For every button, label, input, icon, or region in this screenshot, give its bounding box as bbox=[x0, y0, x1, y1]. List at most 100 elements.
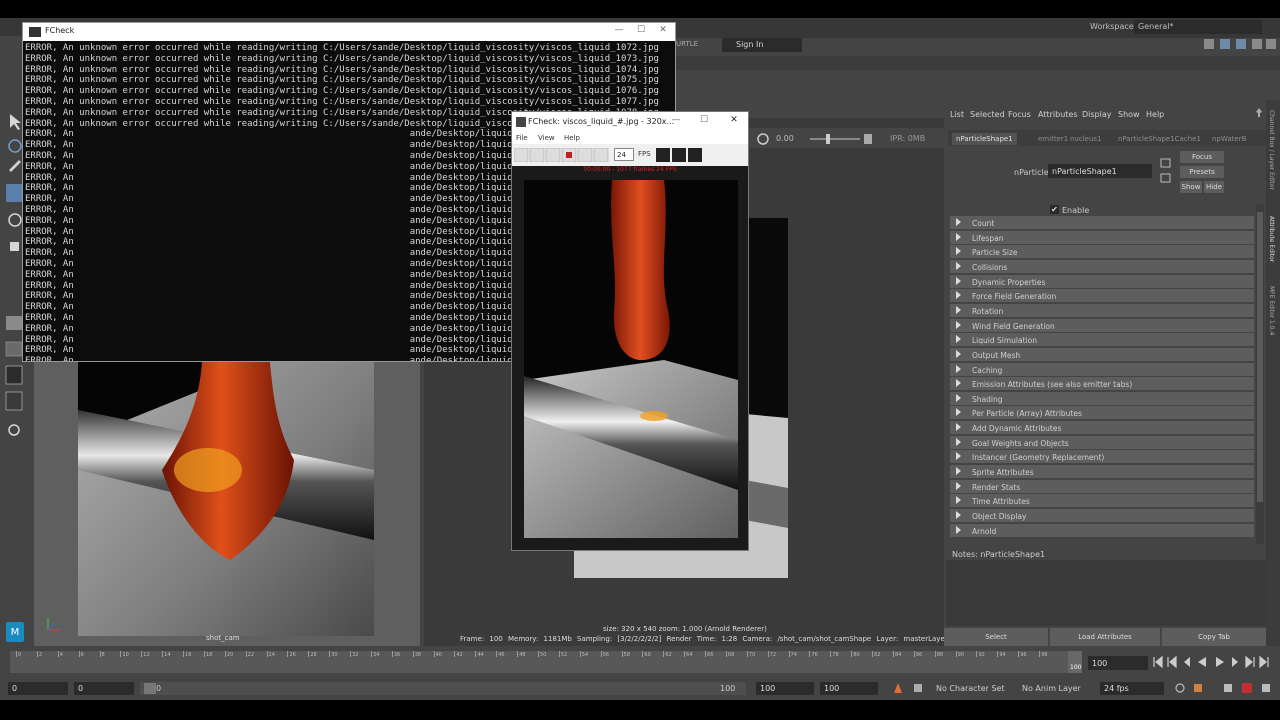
render-view-controls[interactable] bbox=[756, 131, 876, 147]
select-button[interactable]: Select bbox=[944, 628, 1048, 646]
fcheck-menu-file[interactable]: File bbox=[516, 134, 528, 142]
character-set-label[interactable]: No Character Set bbox=[936, 684, 1005, 693]
focus-button[interactable]: Focus bbox=[1180, 151, 1224, 163]
expand-arrow-icon[interactable] bbox=[956, 291, 961, 300]
expand-arrow-icon[interactable] bbox=[956, 218, 961, 226]
ae-section-row[interactable]: Particle Size bbox=[950, 245, 1254, 260]
expand-arrow-icon[interactable] bbox=[956, 496, 961, 505]
playback-controls[interactable] bbox=[1152, 655, 1274, 669]
ae-menu-attributes[interactable]: Attributes bbox=[1038, 110, 1078, 119]
load-attributes-button[interactable]: Load Attributes bbox=[1050, 628, 1160, 646]
ae-section-row[interactable]: Add Dynamic Attributes bbox=[950, 421, 1254, 436]
ae-section-row[interactable]: Force Field Generation bbox=[950, 289, 1254, 304]
minimize-button[interactable]: — bbox=[609, 25, 629, 39]
ae-section-row[interactable]: Count bbox=[950, 216, 1254, 230]
start-time-field[interactable]: 0 bbox=[8, 682, 68, 695]
ae-menu-selected[interactable]: Selected bbox=[970, 110, 1005, 119]
show-button[interactable]: Show bbox=[1180, 181, 1202, 193]
key-icons[interactable] bbox=[892, 681, 932, 695]
ae-section-row[interactable]: Arnold bbox=[950, 523, 1254, 538]
expand-arrow-icon[interactable] bbox=[956, 408, 961, 417]
expand-arrow-icon[interactable] bbox=[956, 423, 961, 432]
ae-section-row[interactable]: Per Particle (Array) Attributes bbox=[950, 406, 1254, 421]
expand-arrow-icon[interactable] bbox=[956, 335, 961, 344]
workspace-select[interactable]: General* bbox=[1134, 20, 1262, 34]
ae-tab-nucleus1[interactable]: nucleus1 bbox=[1070, 135, 1102, 143]
expand-arrow-icon[interactable] bbox=[956, 276, 961, 285]
expand-arrow-icon[interactable] bbox=[956, 437, 961, 446]
expand-arrow-icon[interactable] bbox=[956, 364, 961, 373]
current-time-field[interactable]: 100 bbox=[1088, 656, 1148, 670]
range-slider[interactable] bbox=[140, 682, 746, 695]
node-nav-icons[interactable] bbox=[1160, 158, 1172, 184]
ae-section-row[interactable]: Wind Field Generation bbox=[950, 318, 1254, 333]
ae-section-row[interactable]: Goal Weights and Objects bbox=[950, 435, 1254, 450]
fcheck-player-window[interactable]: FCheck: viscos_liquid_#.jpg - 320x... — … bbox=[511, 111, 749, 551]
ae-section-row[interactable]: Liquid Simulation bbox=[950, 333, 1254, 348]
anim-start-field[interactable]: 0 bbox=[74, 682, 134, 695]
fcheck-menu-view[interactable]: View bbox=[538, 134, 555, 142]
ae-menu-list[interactable]: List bbox=[950, 110, 964, 119]
fcheck-channel-buttons[interactable] bbox=[656, 148, 704, 162]
expand-arrow-icon[interactable] bbox=[956, 379, 961, 388]
ae-tab-npwaterb[interactable]: npWaterB bbox=[1212, 135, 1246, 143]
ae-tab-emitter1[interactable]: emitter1 bbox=[1038, 135, 1068, 143]
side-tab-mfe-editor[interactable]: MFE Editor 1.0.4 bbox=[1268, 286, 1275, 335]
ae-section-row[interactable]: Rotation bbox=[950, 303, 1254, 318]
ae-section-row[interactable]: Dynamic Properties bbox=[950, 274, 1254, 289]
side-tab-attribute-editor[interactable]: Attribute Editor bbox=[1268, 216, 1275, 262]
expand-arrow-icon[interactable] bbox=[956, 349, 961, 358]
end-time-field[interactable]: 100 bbox=[820, 682, 878, 695]
ae-menu-display[interactable]: Display bbox=[1082, 110, 1112, 119]
ae-scrollbar-thumb[interactable] bbox=[1257, 212, 1263, 502]
ae-section-row[interactable]: Emission Attributes (see also emitter ta… bbox=[950, 377, 1254, 392]
side-tab-channel-box[interactable]: Channel Box / Layer Editor bbox=[1268, 110, 1275, 190]
ae-tab-nparticleshape1[interactable]: nParticleShape1 bbox=[952, 133, 1017, 145]
fcheck-maximize-button[interactable]: ☐ bbox=[694, 115, 714, 129]
enable-checkbox[interactable]: ✔ bbox=[1050, 205, 1059, 214]
notes-textarea[interactable] bbox=[946, 560, 1266, 626]
ae-section-row[interactable]: Instancer (Geometry Replacement) bbox=[950, 450, 1254, 465]
shelf-tab-turtle[interactable]: URTLE bbox=[676, 40, 698, 48]
fps-select[interactable]: 24 fps bbox=[1100, 682, 1164, 695]
ae-section-row[interactable]: Output Mesh bbox=[950, 347, 1254, 362]
sign-in-button[interactable]: Sign In bbox=[722, 38, 802, 52]
expand-arrow-icon[interactable] bbox=[956, 393, 961, 402]
ae-section-row[interactable]: Caching bbox=[950, 362, 1254, 377]
presets-button[interactable]: Presets bbox=[1180, 166, 1224, 178]
ae-menu-help[interactable]: Help bbox=[1146, 110, 1164, 119]
ae-section-row[interactable]: Sprite Attributes bbox=[950, 465, 1254, 480]
ae-menu-focus[interactable]: Focus bbox=[1008, 110, 1031, 119]
range-slider-start-handle[interactable] bbox=[144, 683, 156, 694]
expand-arrow-icon[interactable] bbox=[956, 261, 961, 270]
expand-arrow-icon[interactable] bbox=[956, 511, 961, 519]
ae-tab-cache1[interactable]: nParticleShape1Cache1 bbox=[1118, 135, 1201, 143]
ae-menu-show[interactable]: Show bbox=[1118, 110, 1140, 119]
expand-arrow-icon[interactable] bbox=[956, 232, 961, 241]
expand-arrow-icon[interactable] bbox=[956, 467, 961, 476]
playback-option-icons[interactable] bbox=[1172, 681, 1276, 695]
ae-section-row[interactable]: Render Stats bbox=[950, 479, 1254, 494]
ae-section-row[interactable]: Time Attributes bbox=[950, 494, 1254, 509]
expand-arrow-icon[interactable] bbox=[956, 305, 961, 314]
expand-arrow-icon[interactable] bbox=[956, 247, 961, 256]
hide-button[interactable]: Hide bbox=[1204, 181, 1224, 193]
anim-end-field[interactable]: 100 bbox=[756, 682, 814, 695]
expand-arrow-icon[interactable] bbox=[956, 452, 961, 461]
close-button[interactable]: ✕ bbox=[653, 25, 673, 39]
fps-input[interactable]: 24 bbox=[614, 148, 634, 161]
fcheck-minimize-button[interactable]: — bbox=[666, 115, 686, 129]
expand-arrow-icon[interactable] bbox=[956, 481, 961, 490]
nparticle-name-field[interactable]: nParticleShape1 bbox=[1048, 164, 1152, 178]
ae-section-row[interactable]: Lifespan bbox=[950, 230, 1254, 245]
fcheck-close-button[interactable]: ✕ bbox=[724, 115, 744, 129]
expand-arrow-icon[interactable] bbox=[956, 320, 961, 329]
anim-layer-label[interactable]: No Anim Layer bbox=[1022, 684, 1081, 693]
fcheck-playback-controls[interactable] bbox=[514, 148, 610, 162]
expand-arrow-icon[interactable] bbox=[956, 525, 961, 534]
pin-icon[interactable] bbox=[1254, 108, 1264, 118]
fcheck-menu-help[interactable]: Help bbox=[564, 134, 580, 142]
console-title-bar[interactable]: FCheck bbox=[23, 23, 675, 41]
copy-tab-button[interactable]: Copy Tab bbox=[1162, 628, 1266, 646]
ae-section-row[interactable]: Object Display bbox=[950, 509, 1254, 523]
